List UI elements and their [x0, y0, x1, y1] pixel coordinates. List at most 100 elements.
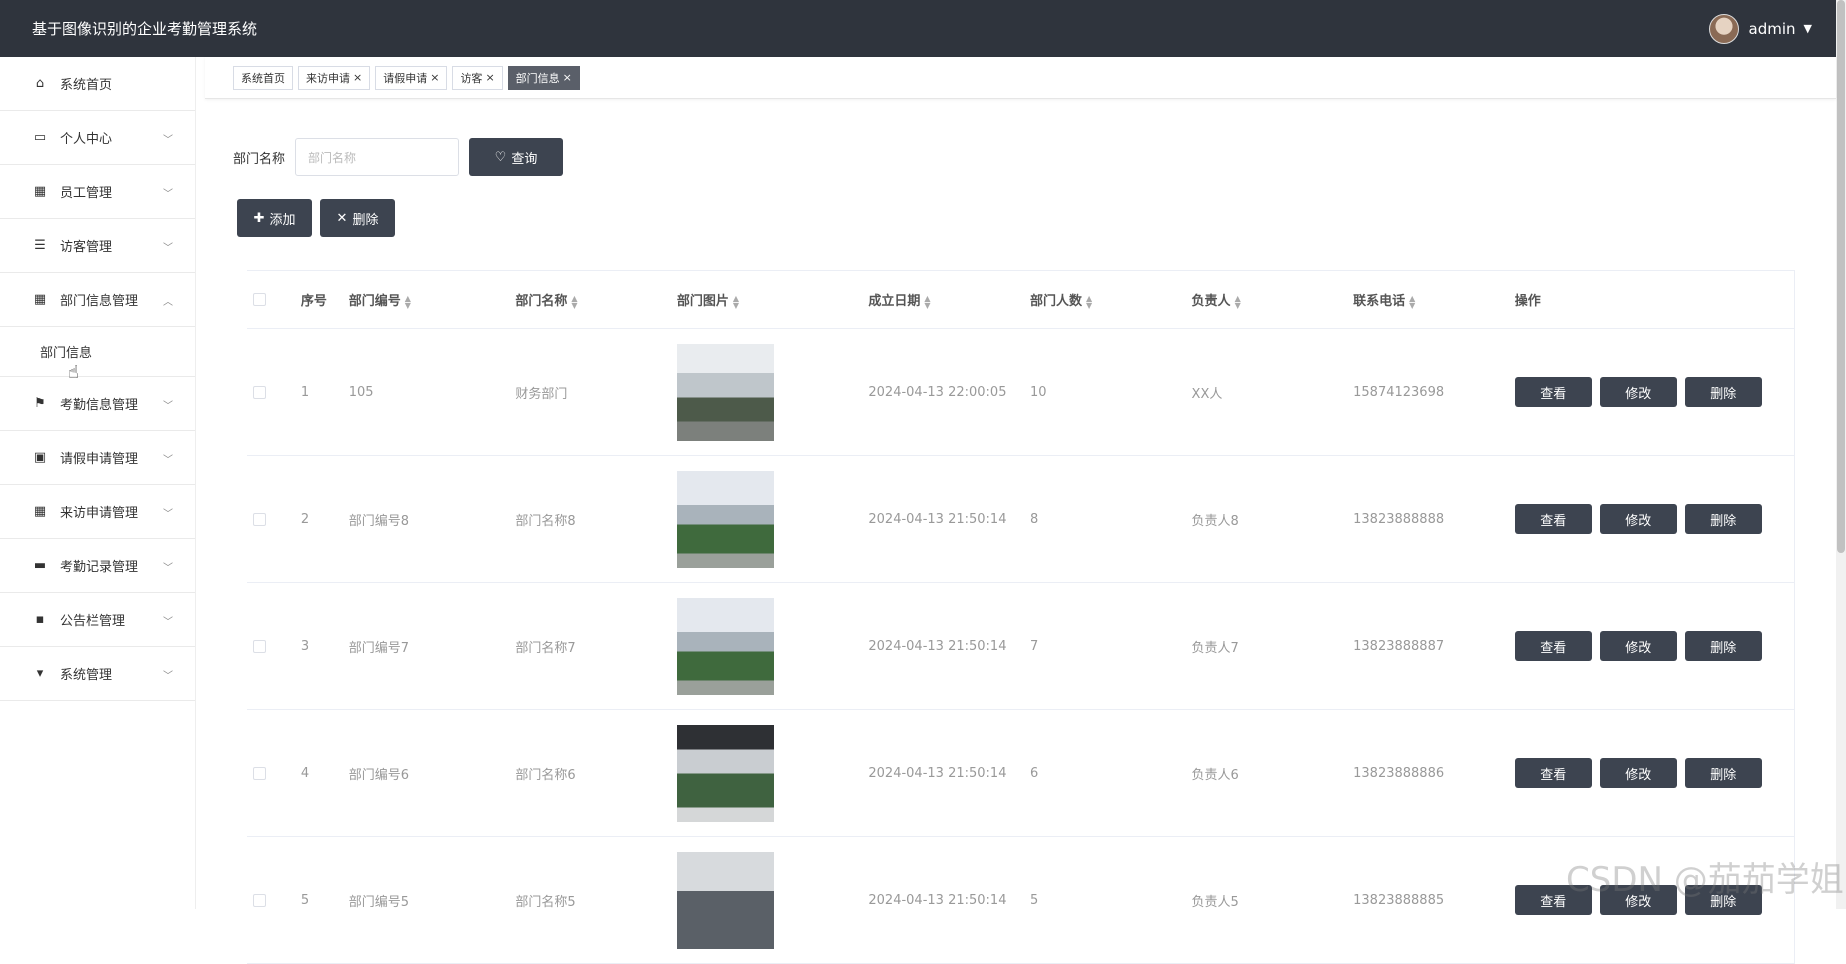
sidebar-item-visitors[interactable]: ☰ 访客管理 ﹀: [0, 219, 195, 273]
header-image[interactable]: 部门图片 ▲ ▼: [677, 290, 869, 309]
scrollbar-thumb[interactable]: [1837, 0, 1845, 553]
department-image[interactable]: [676, 851, 774, 949]
sidebar-subitem-department-info[interactable]: 部门信息: [0, 327, 195, 377]
delete-button[interactable]: 删除: [1684, 377, 1762, 407]
tags-view: 系统首页 来访申请 × 请假申请 × 访客 × 部门信息 ×: [205, 57, 1836, 99]
view-button[interactable]: 查看: [1514, 631, 1592, 661]
sidebar-item-home[interactable]: ⌂ 系统首页: [0, 57, 195, 111]
cell-index: 1: [300, 384, 310, 400]
select-all-checkbox[interactable]: [253, 293, 266, 306]
row-checkbox[interactable]: [253, 512, 266, 526]
tab-home[interactable]: 系统首页: [233, 65, 293, 90]
cell-count: 10: [1029, 384, 1047, 400]
search-input[interactable]: 部门名称: [295, 138, 460, 176]
edit-button[interactable]: 修改: [1599, 631, 1677, 661]
header-date[interactable]: 成立日期 ▲ ▼: [868, 290, 1030, 309]
header-label: 部门图片: [676, 294, 729, 309]
cell-phone: 13823888885: [1353, 892, 1445, 908]
row-checkbox[interactable]: [253, 385, 266, 399]
sort-icon[interactable]: ▲ ▼: [1235, 294, 1241, 309]
add-button[interactable]: ✚ 添加: [237, 199, 312, 237]
close-icon[interactable]: ×: [485, 71, 494, 84]
header-label: 部门名称: [515, 294, 568, 309]
top-bar: 基于图像识别的企业考勤管理系统 admin ▼: [0, 0, 1836, 57]
scrollbar[interactable]: [1836, 0, 1846, 909]
sidebar-item-visit-requests[interactable]: ▦ 来访申请管理 ﹀: [0, 485, 195, 539]
tab-department-info[interactable]: 部门信息 ×: [507, 65, 580, 90]
username[interactable]: admin: [1749, 20, 1796, 38]
sort-icon[interactable]: ▲ ▼: [1409, 294, 1415, 309]
watermark: CSDN @茄茄学姐: [1566, 860, 1844, 900]
sidebar-item-departments[interactable]: ▦ 部门信息管理 ︿: [0, 273, 195, 327]
cell-count: 6: [1029, 765, 1039, 781]
delete-button[interactable]: 删除: [1684, 631, 1762, 661]
header-label: 部门编号: [348, 294, 401, 309]
cell-leader: 负责人7: [1191, 640, 1239, 656]
query-button[interactable]: ♡ 查询: [469, 138, 564, 176]
department-image[interactable]: [676, 343, 774, 441]
close-icon[interactable]: ×: [353, 71, 362, 84]
header-name[interactable]: 部门名称 ▲ ▼: [515, 290, 677, 309]
tab-leave-request[interactable]: 请假申请 ×: [375, 65, 448, 90]
sort-icon[interactable]: ▲ ▼: [571, 294, 577, 309]
cell-index: 5: [300, 892, 310, 908]
brush-icon: ▾: [36, 666, 44, 681]
view-button[interactable]: 查看: [1514, 377, 1592, 407]
cell-leader: 负责人8: [1191, 513, 1239, 529]
avatar[interactable]: [1708, 13, 1739, 44]
heart-icon: ♡: [494, 149, 507, 164]
chevron-down-icon: ﹀: [163, 135, 173, 146]
tab-visitor[interactable]: 访客 ×: [452, 65, 503, 90]
edit-button[interactable]: 修改: [1599, 504, 1677, 534]
table-header: 序号 部门编号 ▲ ▼ 部门名称 ▲ ▼ 部门图片 ▲ ▼ 成立日期 ▲ ▼ 部门人数 ▲ ▼ 负责…: [247, 271, 1794, 329]
sidebar-item-employees[interactable]: ▦ 员工管理 ﹀: [0, 165, 195, 219]
caret-down-icon[interactable]: ▼: [1804, 22, 1812, 35]
chevron-up-icon: ︿: [163, 297, 173, 308]
user-menu[interactable]: admin ▼: [1708, 13, 1812, 44]
close-icon[interactable]: ×: [563, 71, 572, 84]
department-image[interactable]: [676, 470, 774, 568]
edit-button[interactable]: 修改: [1599, 758, 1677, 788]
row-checkbox[interactable]: [253, 893, 266, 907]
delete-button[interactable]: 删除: [1684, 758, 1762, 788]
department-image[interactable]: [676, 597, 774, 695]
chevron-down-icon: ﹀: [163, 617, 173, 628]
header-phone[interactable]: 联系电话 ▲ ▼: [1353, 290, 1515, 309]
row-checkbox[interactable]: [253, 639, 266, 653]
table-row: 3 部门编号7 部门名称7 2024-04-13 21:50:14 7 负责人7…: [247, 583, 1794, 710]
close-icon[interactable]: ×: [430, 71, 439, 84]
header-leader[interactable]: 负责人 ▲ ▼: [1192, 290, 1354, 309]
sidebar-item-notice[interactable]: ▪ 公告栏管理 ﹀: [0, 593, 195, 647]
sort-icon[interactable]: ▲ ▼: [1086, 294, 1092, 309]
cell-leader: XX人: [1191, 386, 1223, 402]
sort-icon[interactable]: ▲ ▼: [924, 294, 930, 309]
list-icon: ☰: [34, 238, 46, 253]
view-button[interactable]: 查看: [1514, 504, 1592, 534]
table-row: 1 105 财务部门 2024-04-13 22:00:05 10 XX人 15…: [247, 329, 1794, 456]
sidebar-item-attendance-records[interactable]: ▬ 考勤记录管理 ﹀: [0, 539, 195, 593]
view-button[interactable]: 查看: [1514, 758, 1592, 788]
flag-icon: ⚑: [34, 396, 46, 411]
batch-delete-button[interactable]: ✕ 删除: [320, 199, 395, 237]
sort-icon[interactable]: ▲ ▼: [405, 294, 411, 309]
chevron-down-icon: ﹀: [163, 401, 173, 412]
table-row: 2 部门编号8 部门名称8 2024-04-13 21:50:14 8 负责人8…: [247, 456, 1794, 583]
sidebar-item-profile[interactable]: ▭ 个人中心 ﹀: [0, 111, 195, 165]
edit-button[interactable]: 修改: [1599, 377, 1677, 407]
row-checkbox[interactable]: [253, 766, 266, 780]
grid-icon: ▦: [33, 504, 47, 519]
department-image[interactable]: [676, 724, 774, 822]
sidebar-item-leave[interactable]: ▣ 请假申请管理 ﹀: [0, 431, 195, 485]
sidebar-item-label: 部门信息管理: [60, 294, 139, 309]
header-code[interactable]: 部门编号 ▲ ▼: [349, 290, 516, 309]
header-label: 成立日期: [868, 294, 921, 309]
delete-button[interactable]: 删除: [1684, 504, 1762, 534]
header-count[interactable]: 部门人数 ▲ ▼: [1030, 290, 1192, 309]
sort-icon[interactable]: ▲ ▼: [733, 294, 739, 309]
search-form: 部门名称 部门名称 ♡ 查询: [233, 138, 564, 176]
sidebar-item-system[interactable]: ▾ 系统管理 ﹀: [0, 647, 195, 701]
search-label: 部门名称: [233, 151, 286, 167]
sidebar-item-label: 员工管理: [60, 186, 113, 201]
sidebar-item-attendance-info[interactable]: ⚑ 考勤信息管理 ﹀: [0, 377, 195, 431]
tab-visit-request[interactable]: 来访申请 ×: [298, 65, 371, 90]
